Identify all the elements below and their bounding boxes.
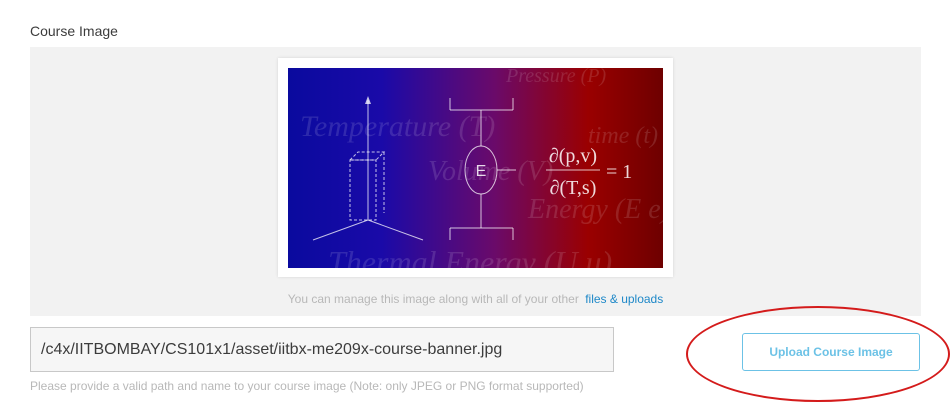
equation-numerator: ∂(p,v): [549, 145, 597, 167]
equation-rhs: = 1: [606, 161, 632, 183]
axis-vertical-arrow: [365, 96, 371, 104]
course-image-label: Course Image: [30, 23, 118, 39]
bg-word-pressure: Pressure (P): [505, 68, 606, 87]
upload-course-image-button[interactable]: Upload Course Image: [742, 333, 920, 371]
dashed-box: [349, 159, 377, 221]
engine-symbol: E: [476, 163, 487, 180]
files-uploads-link[interactable]: files & uploads: [585, 292, 663, 306]
path-help-text: Please provide a valid path and name to …: [30, 379, 584, 393]
course-banner-image: Temperature (T) Volume (V) Pressure (P) …: [288, 68, 663, 268]
bg-word-thermal: Thermal Energy (U u): [328, 244, 612, 268]
dashed-box-top: [348, 151, 386, 161]
bg-word-temperature: Temperature (T): [300, 110, 495, 143]
manage-files-note: You can manage this image along with all…: [30, 292, 921, 306]
banner-artwork: Temperature (T) Volume (V) Pressure (P) …: [300, 68, 663, 268]
manage-note-text: You can manage this image along with all…: [287, 292, 579, 306]
axis-left: [312, 219, 369, 241]
equation-denominator: ∂(T,s): [550, 177, 597, 199]
course-image-frame: Temperature (T) Volume (V) Pressure (P) …: [278, 58, 673, 277]
bg-word-time: time (t): [588, 123, 658, 149]
bg-word-volume: Volume (V): [428, 156, 553, 187]
course-image-preview-area: Temperature (T) Volume (V) Pressure (P) …: [30, 47, 921, 316]
axis-right: [367, 219, 424, 241]
course-image-path-input[interactable]: [30, 327, 614, 372]
